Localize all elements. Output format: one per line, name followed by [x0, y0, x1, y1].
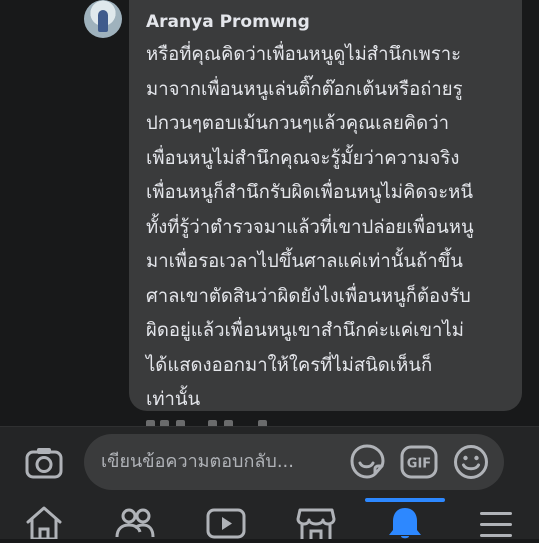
comment-author[interactable]: Aranya Promwng [146, 10, 310, 34]
bottom-tab-bar [0, 498, 539, 539]
home-icon[interactable] [22, 504, 66, 541]
gif-label: GIF [407, 457, 431, 472]
avatar-figure [98, 10, 108, 32]
comment-text: หรือที่คุณคิดว่าเพื่อนหนูดูไม่สำนึกเพราะ… [146, 44, 474, 410]
commenter-avatar[interactable] [84, 0, 122, 38]
video-icon[interactable] [204, 504, 248, 539]
friends-icon[interactable] [113, 504, 157, 539]
reply-input-placeholder[interactable]: เขียนข้อความตอบกลับ... [101, 448, 294, 476]
active-tab-indicator [365, 498, 445, 502]
camera-icon[interactable] [24, 445, 64, 481]
sticker-icon[interactable] [349, 443, 385, 481]
bell-icon[interactable] [383, 504, 427, 539]
gif-icon[interactable]: GIF [400, 444, 438, 480]
emoji-icon[interactable] [452, 443, 490, 481]
store-icon[interactable] [294, 504, 338, 539]
menu-icon[interactable] [474, 504, 518, 539]
